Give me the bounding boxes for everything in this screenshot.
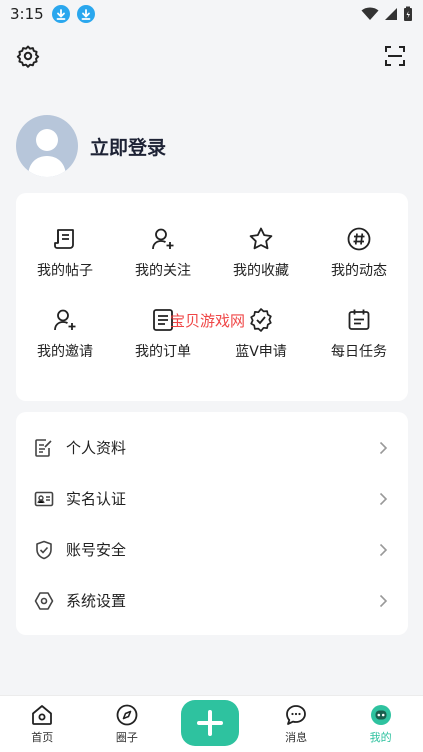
- grid-item-label: 蓝V申请: [235, 344, 287, 360]
- top-bar: [0, 44, 423, 72]
- status-bar: 3:15: [0, 0, 423, 28]
- list-item-label: 实名认证: [66, 490, 127, 508]
- tab-circle[interactable]: 圈子: [85, 696, 170, 745]
- chevron-right-icon: [379, 543, 388, 556]
- grid-item-label: 我的动态: [331, 263, 387, 279]
- compass-icon: [116, 704, 138, 726]
- chevron-right-icon: [379, 441, 388, 454]
- calendar-icon: [348, 309, 370, 330]
- chevron-right-icon: [379, 492, 388, 505]
- grid-item-daily-tasks[interactable]: 每日任务: [310, 307, 408, 361]
- hashtag-icon: [347, 227, 371, 251]
- watermark-text: 宝贝游戏网: [170, 312, 246, 330]
- gear-icon[interactable]: [16, 44, 40, 68]
- grid-item-label: 我的邀请: [37, 344, 93, 360]
- grid-item-label: 我的关注: [135, 263, 191, 279]
- avatar[interactable]: [16, 115, 78, 177]
- list-item-real-name[interactable]: 实名认证: [16, 473, 408, 524]
- profile-doc-icon: [35, 438, 52, 457]
- home-icon: [32, 705, 53, 725]
- invite-icon: [54, 309, 76, 331]
- tab-messages[interactable]: 消息: [254, 696, 339, 745]
- verified-icon: [250, 308, 272, 332]
- tab-label: 消息: [285, 731, 308, 744]
- login-label[interactable]: 立即登录: [90, 133, 166, 160]
- tab-label: 首页: [31, 731, 54, 744]
- star-icon: [249, 227, 273, 250]
- grid-item-follow[interactable]: 我的关注: [114, 226, 212, 280]
- download-icon: [51, 5, 70, 23]
- quick-actions-card: 我的帖子 我的关注 我的收藏 我的动态 我的邀请 我的订单 蓝V申请 每日任务: [16, 193, 408, 401]
- download-icon: [76, 5, 95, 23]
- shield-icon: [36, 540, 52, 559]
- publish-button[interactable]: [181, 700, 239, 746]
- grid-item-label: 我的收藏: [233, 263, 289, 279]
- me-icon: [370, 705, 391, 725]
- settings-list-card: 个人资料 实名认证 账号安全 系统设置: [16, 412, 408, 635]
- plus-icon: [197, 710, 223, 736]
- status-time: 3:15: [10, 5, 44, 23]
- signal-icon: [385, 8, 397, 20]
- post-icon: [54, 229, 74, 249]
- id-card-icon: [34, 491, 54, 506]
- battery-icon: [404, 6, 412, 21]
- tab-label: 我的: [369, 731, 392, 744]
- grid-item-dynamics[interactable]: 我的动态: [310, 226, 408, 280]
- list-item-label: 系统设置: [66, 592, 127, 610]
- list-item-label: 个人资料: [66, 439, 127, 457]
- grid-item-label: 每日任务: [331, 344, 387, 360]
- scan-icon[interactable]: [383, 44, 407, 68]
- list-item-profile[interactable]: 个人资料: [16, 422, 408, 473]
- grid-item-favorites[interactable]: 我的收藏: [212, 226, 310, 280]
- tab-me[interactable]: 我的: [338, 696, 423, 745]
- tab-label: 圈子: [115, 731, 138, 744]
- grid-item-posts[interactable]: 我的帖子: [16, 226, 114, 280]
- grid-item-label: 我的帖子: [37, 263, 93, 279]
- tab-home[interactable]: 首页: [0, 696, 85, 745]
- list-item-system-settings[interactable]: 系统设置: [16, 575, 408, 626]
- list-item-label: 账号安全: [66, 541, 127, 559]
- follow-icon: [152, 228, 174, 250]
- chevron-right-icon: [379, 594, 388, 607]
- wifi-icon: [361, 7, 379, 20]
- message-icon: [286, 705, 306, 725]
- profile-section[interactable]: 立即登录: [16, 115, 166, 177]
- hexagon-settings-icon: [34, 591, 54, 610]
- list-item-account-security[interactable]: 账号安全: [16, 524, 408, 575]
- grid-item-label: 我的订单: [135, 344, 191, 360]
- grid-item-invite[interactable]: 我的邀请: [16, 307, 114, 361]
